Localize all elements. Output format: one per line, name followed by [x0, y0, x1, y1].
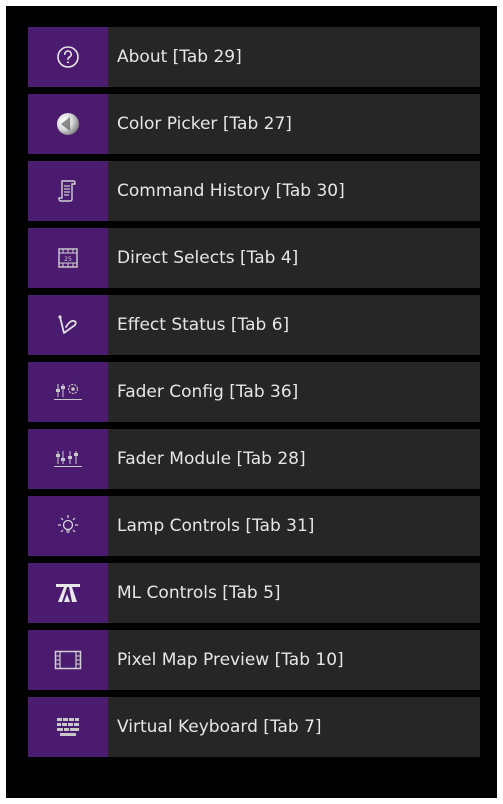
menu-list: About [Tab 29] Color Picker [Tab 27] Com… [28, 27, 480, 757]
menu-item-fader-config[interactable]: Fader Config [Tab 36] [28, 362, 480, 422]
menu-item-pixel-map-preview[interactable]: Pixel Map Preview [Tab 10] [28, 630, 480, 690]
color-sphere-icon [57, 113, 79, 135]
menu-item-effect-status[interactable]: Effect Status [Tab 6] [28, 295, 480, 355]
menu-icon-tile [28, 630, 108, 690]
menu-item-fader-module[interactable]: Fader Module [Tab 28] [28, 429, 480, 489]
menu-icon-tile [28, 27, 108, 87]
fader-module-icon [54, 451, 82, 467]
menu-icon-tile [28, 429, 108, 489]
menu-item-label: Color Picker [Tab 27] [117, 114, 292, 134]
menu-item-label: Direct Selects [Tab 4] [117, 248, 299, 268]
direct-select-number: 25 [64, 256, 72, 263]
menu-item-label: ML Controls [Tab 5] [117, 583, 281, 603]
fader-config-icon [54, 383, 82, 400]
menu-item-label-box: About [Tab 29] [108, 27, 480, 87]
scroll-icon [58, 180, 76, 202]
menu-item-command-history[interactable]: Command History [Tab 30] [28, 161, 480, 221]
lamp-icon [58, 515, 78, 533]
menu-item-label-box: Virtual Keyboard [Tab 7] [108, 697, 480, 757]
direct-select-grid-icon: 25 [58, 248, 78, 268]
menu-icon-tile [28, 697, 108, 757]
menu-item-label: Command History [Tab 30] [117, 181, 345, 201]
menu-item-label-box: Fader Config [Tab 36] [108, 362, 480, 422]
menu-item-label: Virtual Keyboard [Tab 7] [117, 717, 322, 737]
menu-icon-tile [28, 496, 108, 556]
menu-icon-tile [28, 94, 108, 154]
menu-item-label-box: Effect Status [Tab 6] [108, 295, 480, 355]
menu-item-label: Fader Config [Tab 36] [117, 382, 299, 402]
menu-item-about[interactable]: About [Tab 29] [28, 27, 480, 87]
menu-item-label: Fader Module [Tab 28] [117, 449, 306, 469]
menu-item-label: About [Tab 29] [117, 47, 242, 67]
menu-icon-tile [28, 161, 108, 221]
menu-item-label: Lamp Controls [Tab 31] [117, 516, 315, 536]
menu-item-lamp-controls[interactable]: Lamp Controls [Tab 31] [28, 496, 480, 556]
menu-item-label-box: Lamp Controls [Tab 31] [108, 496, 480, 556]
moving-light-icon [56, 584, 80, 602]
menu-icon-tile [28, 563, 108, 623]
menu-item-color-picker[interactable]: Color Picker [Tab 27] [28, 94, 480, 154]
menu-icon-tile [28, 295, 108, 355]
menu-item-direct-selects[interactable]: 25 Direct Selects [Tab 4] [28, 228, 480, 288]
menu-item-label-box: Direct Selects [Tab 4] [108, 228, 480, 288]
help-circle-icon [57, 46, 79, 68]
effect-curve-icon [58, 315, 77, 334]
menu-icon-tile [28, 362, 108, 422]
menu-item-label: Pixel Map Preview [Tab 10] [117, 650, 344, 670]
menu-item-virtual-keyboard[interactable]: Virtual Keyboard [Tab 7] [28, 697, 480, 757]
menu-item-label-box: Color Picker [Tab 27] [108, 94, 480, 154]
keyboard-icon [57, 718, 79, 736]
menu-item-label-box: ML Controls [Tab 5] [108, 563, 480, 623]
film-frame-icon [54, 650, 82, 670]
menu-panel: About [Tab 29] Color Picker [Tab 27] Com… [6, 6, 497, 798]
menu-item-label-box: Pixel Map Preview [Tab 10] [108, 630, 480, 690]
menu-item-label-box: Command History [Tab 30] [108, 161, 480, 221]
menu-item-label: Effect Status [Tab 6] [117, 315, 290, 335]
menu-item-ml-controls[interactable]: ML Controls [Tab 5] [28, 563, 480, 623]
menu-icon-tile: 25 [28, 228, 108, 288]
menu-item-label-box: Fader Module [Tab 28] [108, 429, 480, 489]
